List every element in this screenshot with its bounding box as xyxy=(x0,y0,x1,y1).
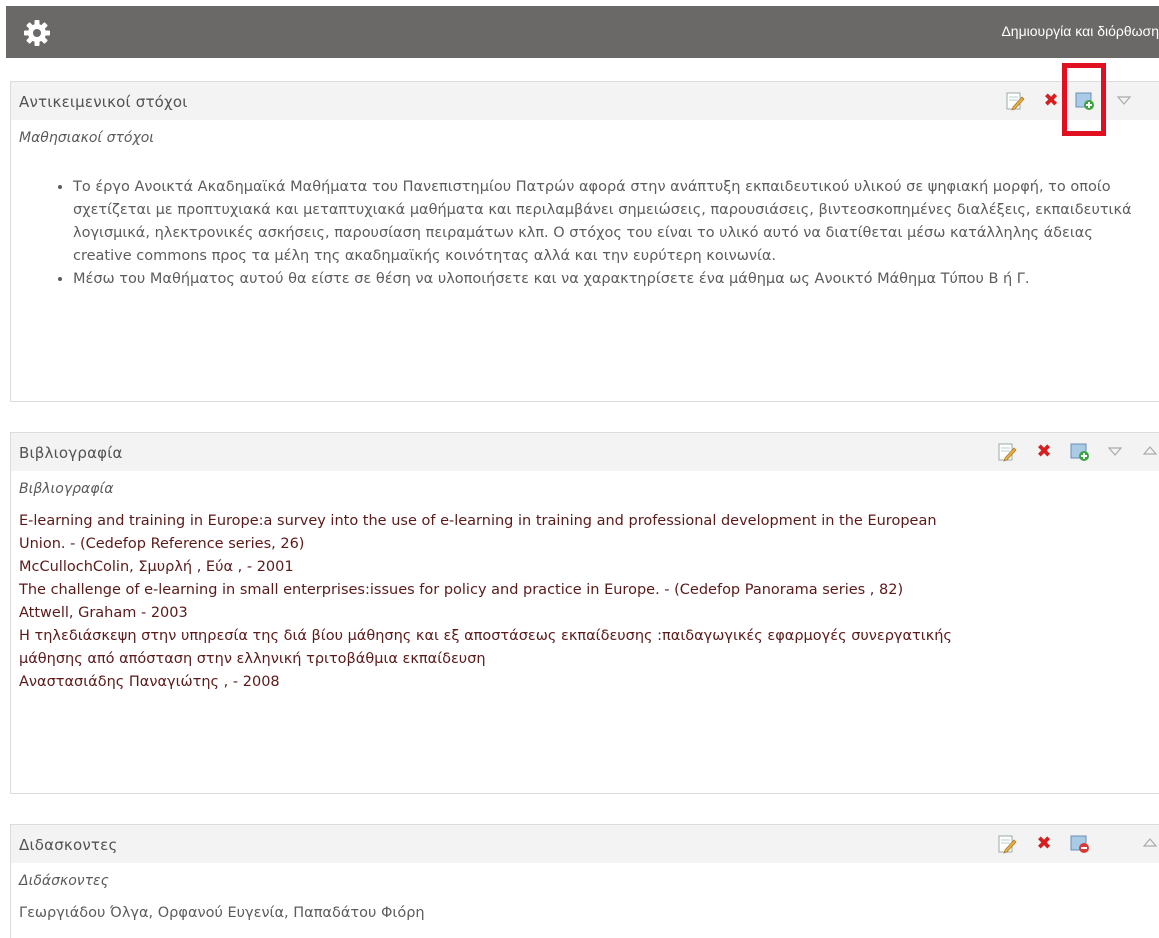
section-subtitle: Διδάσκοντες xyxy=(19,873,109,889)
move-up-icon[interactable] xyxy=(1143,838,1157,848)
section-header: Διδασκοντες ✖ xyxy=(11,825,1159,863)
edit-icon[interactable] xyxy=(997,442,1017,462)
section-title: Αντικειμενικοί στόχοι xyxy=(19,93,188,111)
section-subtitle: Βιβλιογραφία xyxy=(19,481,114,497)
edit-icon[interactable] xyxy=(1005,91,1025,111)
bibliography-line: μάθησης από απόσταση στην ελληνική τριτο… xyxy=(19,651,486,667)
topbar-title[interactable]: Δημιουργία και διόρθωση xyxy=(1001,23,1159,39)
section-title: Βιβλιογραφία xyxy=(19,444,123,462)
highlight-box xyxy=(1062,63,1106,136)
bibliography-line: E-learning and training in Europe:a surv… xyxy=(19,513,937,529)
section-objectives: Αντικειμενικοί στόχοι ✖ Μαθησιακοί στόχο… xyxy=(10,81,1159,402)
bibliography-line: Attwell, Graham - 2003 xyxy=(19,605,188,621)
edit-icon[interactable] xyxy=(997,834,1017,854)
teachers-text: Γεωργιάδου Όλγα, Ορφανού Ευγενία, Παπαδά… xyxy=(19,905,425,921)
objectives-list: Το έργο Ανοικτά Ακαδημαϊκά Μαθήματα του … xyxy=(11,176,1159,291)
delete-icon[interactable]: ✖ xyxy=(1041,91,1061,111)
section-header: Βιβλιογραφία ✖ xyxy=(11,433,1159,471)
section-bibliography: Βιβλιογραφία ✖ Βιβλιογραφία E-learning a… xyxy=(10,432,1159,794)
bibliography-line: McCullochColin, Σμυρλή , Εύα , - 2001 xyxy=(19,559,294,575)
section-subtitle: Μαθησιακοί στόχοι xyxy=(19,130,155,146)
top-bar: Δημιουργία και διόρθωση xyxy=(6,6,1159,58)
move-down-icon[interactable] xyxy=(1108,447,1122,457)
list-item: Το έργο Ανοικτά Ακαδημαϊκά Μαθήματα του … xyxy=(73,176,1139,268)
remove-resource-icon[interactable] xyxy=(1070,834,1090,854)
move-down-icon[interactable] xyxy=(1117,96,1131,106)
add-resource-icon[interactable] xyxy=(1070,442,1090,462)
delete-icon[interactable]: ✖ xyxy=(1034,442,1054,462)
section-title: Διδασκοντες xyxy=(19,836,118,854)
section-header: Αντικειμενικοί στόχοι ✖ xyxy=(11,82,1159,120)
bibliography-line: The challenge of e-learning in small ent… xyxy=(19,582,904,598)
section-teachers: Διδασκοντες ✖ Διδάσκοντες Γεωργιάδου Όλγ… xyxy=(10,824,1159,938)
bibliography-list: E-learning and training in Europe:a surv… xyxy=(19,510,1159,694)
move-up-icon[interactable] xyxy=(1143,446,1157,456)
bibliography-line: Αναστασιάδης Παναγιώτης , - 2008 xyxy=(19,674,280,690)
bibliography-line: Η τηλεδιάσκεψη στην υπηρεσία της διά βίο… xyxy=(19,628,952,644)
gear-icon[interactable] xyxy=(22,18,52,48)
list-item: Μέσω του Μαθήματος αυτού θα είστε σε θέσ… xyxy=(73,268,1139,291)
delete-icon[interactable]: ✖ xyxy=(1034,834,1054,854)
bibliography-line: Union. - (Cedefop Reference series, 26) xyxy=(19,536,305,552)
